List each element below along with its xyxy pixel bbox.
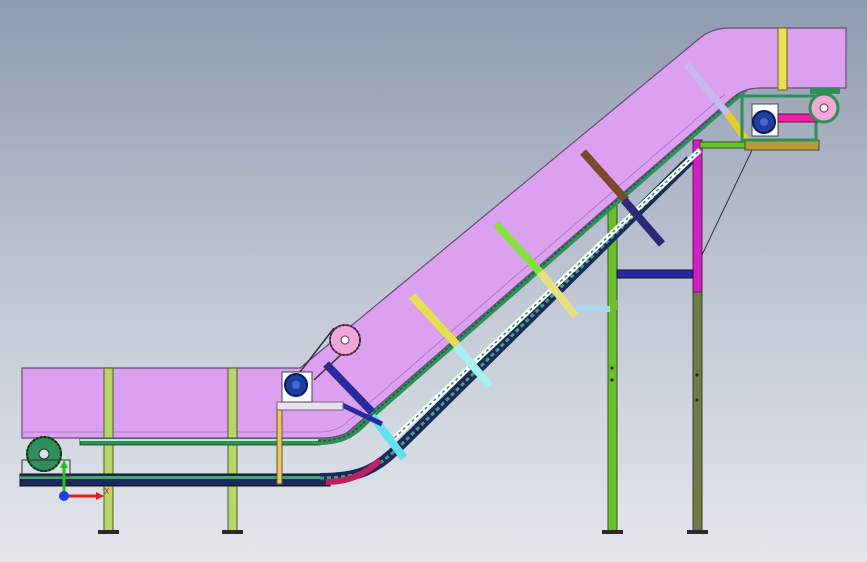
- leg-foot-3: [602, 530, 623, 534]
- drive-sprocket-icon[interactable]: [329, 324, 361, 356]
- leg-foot-2: [222, 530, 243, 534]
- head-sprocket-icon[interactable]: [808, 92, 840, 124]
- tension-cable: [701, 149, 753, 256]
- head-drive: [740, 88, 840, 151]
- support-leg-4-lower: [692, 291, 703, 533]
- strap-2[interactable]: [227, 367, 238, 439]
- leg-foot-4: [687, 530, 708, 534]
- triad-x-label: X: [104, 487, 110, 496]
- cad-viewport[interactable]: X: [0, 0, 867, 562]
- conveyor-model: X: [19, 27, 847, 534]
- strap-1[interactable]: [103, 367, 114, 439]
- motor-base-plate[interactable]: [276, 401, 344, 411]
- conveyor-housing[interactable]: [21, 27, 847, 439]
- leg-foot-1: [98, 530, 119, 534]
- cross-brace-top[interactable]: [699, 141, 751, 149]
- cross-brace-navy[interactable]: [616, 269, 694, 279]
- strap-top[interactable]: [777, 27, 788, 91]
